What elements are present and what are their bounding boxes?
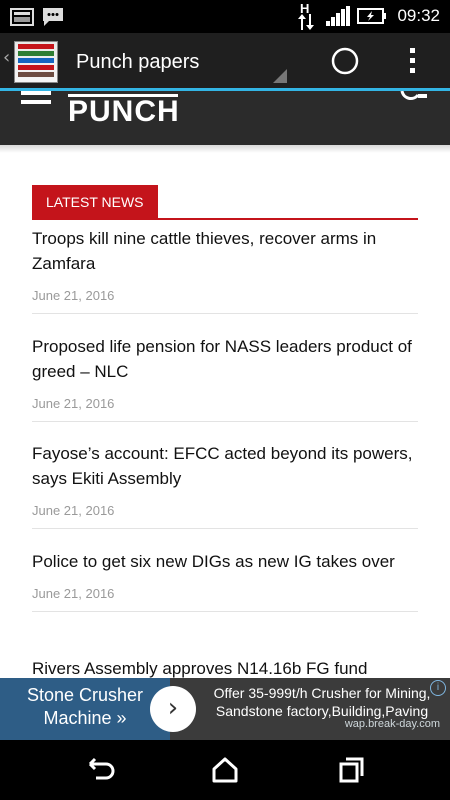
refresh-circle-icon[interactable]: [330, 46, 360, 76]
news-item[interactable]: Fayose’s account: EFCC acted beyond its …: [32, 441, 418, 529]
news-item[interactable]: Rivers Assembly approves N14.16b FG fund: [32, 656, 418, 678]
app-thumbnail-icon[interactable]: [14, 41, 58, 83]
home-icon[interactable]: [207, 752, 243, 788]
news-content: LATEST NEWS Troops kill nine cattle thie…: [0, 145, 450, 678]
signal-icon: [326, 6, 350, 26]
status-bar: H 09:32: [0, 0, 450, 33]
news-headline[interactable]: Troops kill nine cattle thieves, recover…: [32, 226, 418, 276]
news-item[interactable]: Troops kill nine cattle thieves, recover…: [32, 226, 418, 314]
recent-apps-icon[interactable]: [332, 752, 368, 788]
header-shadow: [0, 145, 450, 153]
news-headline[interactable]: Proposed life pension for NASS leaders p…: [32, 334, 418, 384]
news-item[interactable]: Proposed life pension for NASS leaders p…: [32, 334, 418, 422]
news-date: June 21, 2016: [32, 396, 115, 411]
news-divider: [32, 313, 418, 314]
data-arrows-icon: [298, 14, 314, 30]
news-date: June 21, 2016: [32, 288, 115, 303]
news-date: June 21, 2016: [32, 586, 115, 601]
news-date: June 21, 2016: [32, 503, 115, 518]
app-title[interactable]: Punch papers: [76, 51, 199, 74]
section-rule: [32, 218, 418, 220]
hamburger-menu-icon[interactable]: [21, 91, 51, 105]
ad-arrow-button[interactable]: ›: [150, 686, 196, 732]
punch-logo[interactable]: PUNCH: [68, 97, 180, 127]
news-headline[interactable]: Fayose’s account: EFCC acted beyond its …: [32, 441, 418, 491]
ad-left-line2: Machine »: [43, 708, 127, 728]
action-bar: ‹ Punch papers: [0, 33, 450, 90]
latest-news-tab[interactable]: LATEST NEWS: [32, 185, 158, 219]
ad-left-line1: Stone Crusher: [26, 685, 144, 705]
chat-icon: [43, 8, 63, 26]
news-divider: [32, 611, 418, 612]
news-headline[interactable]: Police to get six new DIGs as new IG tak…: [32, 549, 418, 574]
battery-icon: [357, 8, 386, 24]
news-divider: [32, 421, 418, 422]
system-nav-bar: [0, 740, 450, 800]
ad-banner[interactable]: Stone Crusher Machine » › Offer 35-999t/…: [0, 678, 450, 740]
ad-right-text[interactable]: Offer 35-999t/h Crusher for Mining, Sand…: [202, 684, 442, 720]
back-icon[interactable]: [82, 752, 118, 788]
ad-left-panel[interactable]: Stone Crusher Machine »: [0, 678, 170, 740]
up-chevron-icon[interactable]: ‹: [3, 47, 10, 68]
news-item[interactable]: Police to get six new DIGs as new IG tak…: [32, 549, 418, 612]
dropdown-corner-icon[interactable]: [273, 69, 287, 83]
screenshot-icon: [10, 8, 34, 26]
clock: 09:32: [397, 6, 440, 25]
news-divider: [32, 528, 418, 529]
ad-info-icon[interactable]: i: [430, 680, 446, 696]
search-icon[interactable]: [400, 91, 428, 103]
ad-right-line1: Offer 35-999t/h Crusher for Mining,: [213, 685, 431, 701]
ad-url[interactable]: wap.break-day.com: [345, 718, 440, 730]
overflow-menu-icon[interactable]: [408, 46, 418, 76]
news-headline[interactable]: Rivers Assembly approves N14.16b FG fund: [32, 656, 418, 678]
